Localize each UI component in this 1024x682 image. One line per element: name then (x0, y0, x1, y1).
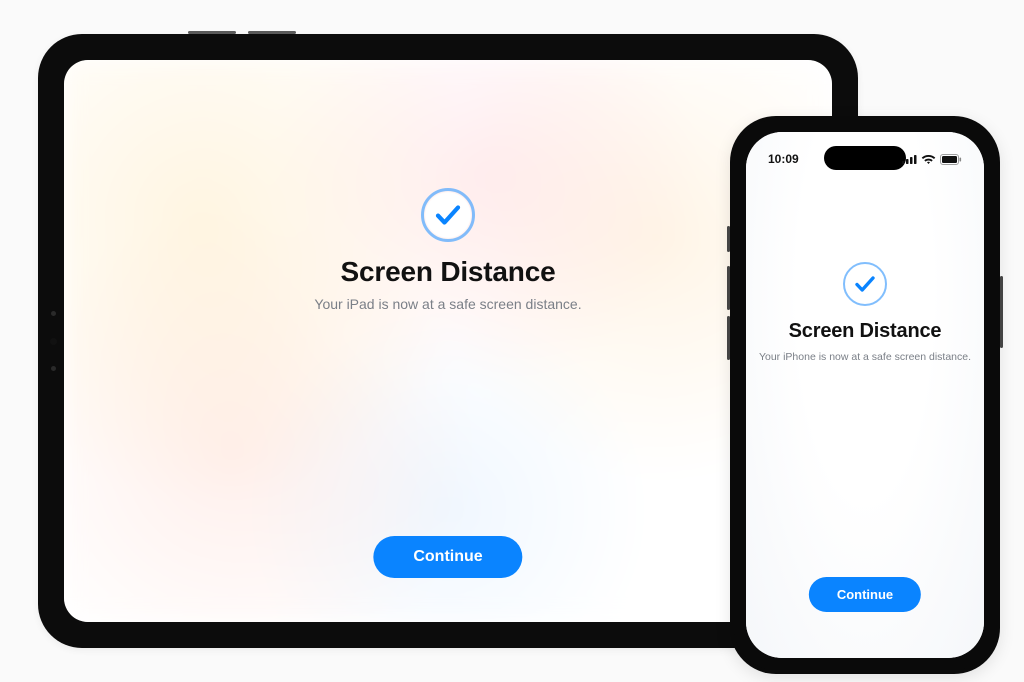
page-title: Screen Distance (789, 320, 942, 343)
iphone-volume-down-button (727, 316, 730, 360)
ipad-volume-down-button (248, 31, 296, 34)
continue-button[interactable]: Continue (809, 577, 921, 612)
iphone-silent-switch (727, 226, 730, 252)
ipad-front-camera (50, 311, 56, 371)
continue-button[interactable]: Continue (373, 536, 522, 578)
iphone-side-button (1000, 276, 1003, 348)
screen-distance-panel: Screen Distance Your iPad is now at a sa… (64, 60, 832, 622)
page-subtitle: Your iPad is now at a safe screen distan… (314, 296, 581, 312)
screen-distance-panel: Screen Distance Your iPhone is now at a … (746, 132, 984, 658)
checkmark-circle-icon (843, 262, 887, 306)
ipad-screen: Screen Distance Your iPad is now at a sa… (64, 60, 832, 622)
ipad-volume-up-button (188, 31, 236, 34)
iphone-screen: 10:09 (746, 132, 984, 658)
iphone-device-frame: 10:09 (730, 116, 1000, 674)
page-subtitle: Your iPhone is now at a safe screen dist… (759, 351, 971, 363)
page-title: Screen Distance (341, 256, 556, 288)
checkmark-circle-icon (421, 188, 475, 242)
iphone-volume-up-button (727, 266, 730, 310)
